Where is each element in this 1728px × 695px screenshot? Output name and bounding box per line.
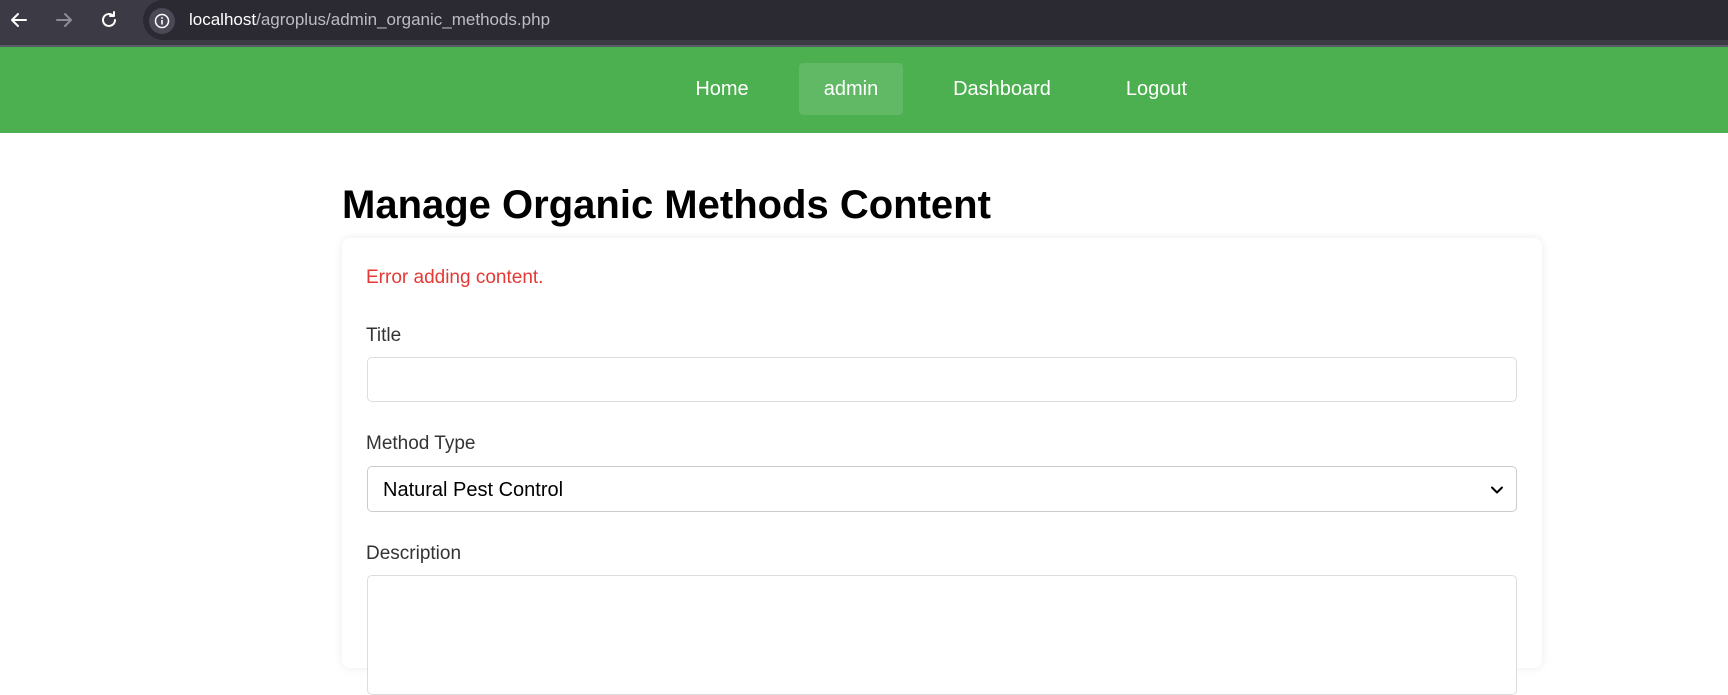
method-type-selected-value: Natural Pest Control: [383, 479, 564, 501]
title-label: Title: [366, 325, 402, 346]
nav-admin-link[interactable]: admin: [799, 63, 903, 115]
site-navbar: Home admin Dashboard Logout: [0, 47, 1728, 133]
chevron-down-icon: [1490, 483, 1504, 502]
url-text[interactable]: localhost/agroplus/admin_organic_methods…: [189, 9, 550, 31]
back-arrow-icon[interactable]: [5, 6, 33, 34]
reload-icon[interactable]: [95, 6, 123, 34]
description-label: Description: [366, 543, 462, 564]
description-textarea[interactable]: [367, 575, 1517, 695]
nav-logout-link[interactable]: Logout: [1104, 63, 1209, 115]
title-input[interactable]: [367, 357, 1517, 402]
url-path: /agroplus/admin_organic_methods.php: [256, 10, 551, 29]
browser-toolbar: localhost/agroplus/admin_organic_methods…: [0, 0, 1728, 47]
error-message: Error adding content.: [366, 267, 544, 288]
page-title: Manage Organic Methods Content: [342, 183, 991, 227]
nav-home-link[interactable]: Home: [671, 63, 773, 115]
forward-arrow-icon[interactable]: [50, 6, 78, 34]
content-form-card: Error adding content. Title Method Type …: [342, 238, 1542, 695]
info-icon[interactable]: [149, 8, 175, 34]
nav-dashboard-link[interactable]: Dashboard: [930, 63, 1074, 115]
method-type-label: Method Type: [366, 433, 476, 454]
method-type-select[interactable]: Natural Pest Control: [367, 466, 1517, 512]
url-host: localhost: [189, 10, 257, 29]
